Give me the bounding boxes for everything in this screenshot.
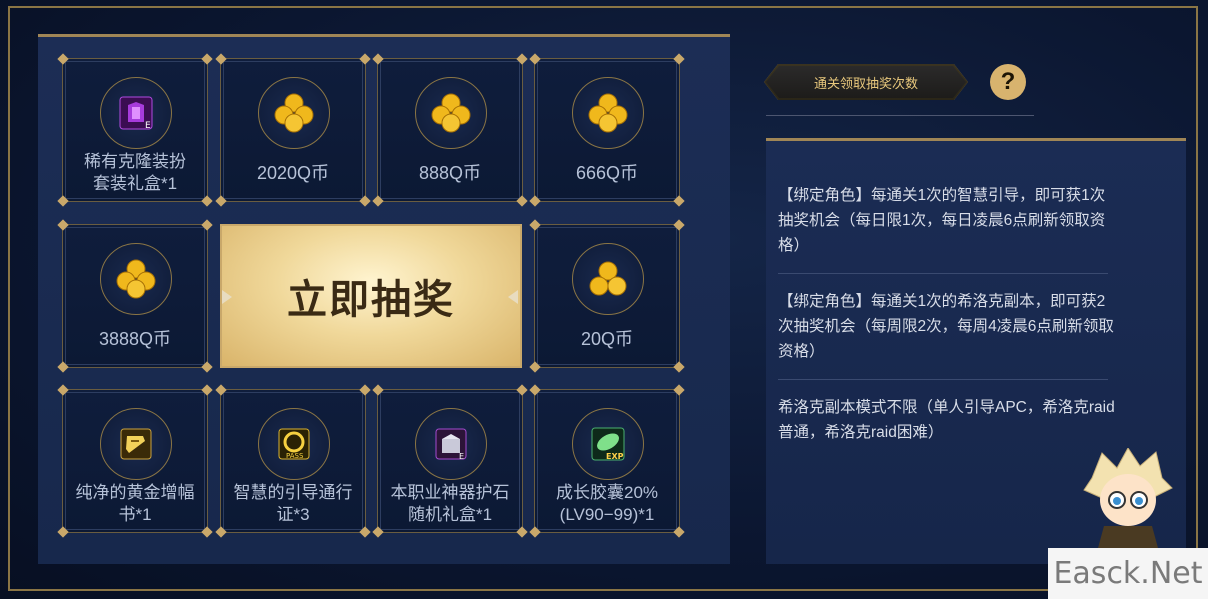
pass-ticket-icon: PASS: [258, 408, 330, 480]
svg-text:E: E: [145, 121, 151, 131]
scroll-icon: [100, 408, 172, 480]
qcoin-icon: [415, 77, 487, 149]
prize-label: 成长胶囊20% (LV90−99)*1: [555, 483, 659, 524]
prize-cell-2020-qcoin[interactable]: 2020Q币: [215, 53, 371, 207]
qcoin-icon: [572, 77, 644, 149]
rule-divider: [778, 379, 1108, 380]
draw-now-button[interactable]: 立即抽奖: [220, 224, 522, 368]
prize-cell-gold-amplify-book[interactable]: 纯净的黄金增幅 书*1: [57, 384, 213, 538]
prize-cell-666-qcoin[interactable]: 666Q币: [529, 53, 685, 207]
qcoin-icon: [572, 243, 644, 315]
divider: [766, 115, 1034, 116]
prize-cell-888-qcoin[interactable]: 888Q币: [372, 53, 528, 207]
prize-label: 3888Q币: [98, 329, 172, 349]
exp-capsule-icon: EXP: [572, 408, 644, 480]
svg-text:E: E: [459, 452, 464, 461]
rule-divider: [778, 273, 1108, 274]
site-watermark: Easck.Net: [1048, 548, 1208, 599]
svg-text:PASS: PASS: [286, 452, 304, 460]
prize-label: 智慧的引导通行 证*3: [233, 483, 353, 524]
svg-text:EXP: EXP: [606, 452, 624, 461]
prize-cell-clone-costume[interactable]: E 稀有克隆装扮 套装礼盒*1: [57, 53, 213, 207]
draw-arrow-right-icon: [508, 290, 518, 304]
prize-label: 20Q币: [580, 329, 634, 349]
prize-cell-guidance-pass[interactable]: PASS 智慧的引导通行 证*3: [215, 384, 371, 538]
prize-label: 本职业神器护石 随机礼盒*1: [390, 483, 510, 524]
qcoin-icon: [100, 243, 172, 315]
draw-now-label: 立即抽奖: [287, 278, 455, 322]
mascot-character-icon: [1083, 448, 1173, 548]
prize-cell-3888-qcoin[interactable]: 3888Q币: [57, 219, 213, 373]
artifact-box-icon: E: [415, 408, 487, 480]
draw-arrow-left-icon: [222, 290, 232, 304]
qcoin-icon: [258, 77, 330, 149]
get-draw-chances-button[interactable]: 通关领取抽奖次数: [764, 64, 968, 100]
get-draw-chances-label: 通关领取抽奖次数: [813, 75, 918, 91]
prize-cell-artifact-stone-box[interactable]: E 本职业神器护石 随机礼盒*1: [372, 384, 528, 538]
prize-label: 稀有克隆装扮 套装礼盒*1: [84, 152, 186, 193]
prize-label: 666Q币: [575, 163, 639, 183]
prize-cell-growth-capsule[interactable]: EXP 成长胶囊20% (LV90−99)*1: [529, 384, 685, 538]
prize-cell-20-qcoin[interactable]: 20Q币: [529, 219, 685, 373]
prize-label: 纯净的黄金增幅 书*1: [75, 483, 195, 524]
prize-label: 2020Q币: [256, 163, 330, 183]
rule-text-1: 【绑定角色】每通关1次的智慧引导，即可获1次抽奖机会（每日限1次，每日凌晨6点刷…: [778, 187, 1106, 254]
help-icon[interactable]: ?: [990, 64, 1026, 100]
rule-text-2: 【绑定角色】每通关1次的希洛克副本，即可获2次抽奖机会（每周限2次，每周4凌晨6…: [778, 293, 1114, 360]
rule-text-3: 希洛克副本模式不限（单人引导APC，希洛克raid普通，希洛克raid困难）: [778, 399, 1115, 441]
costume-box-icon: E: [100, 77, 172, 149]
prize-label: 888Q币: [418, 163, 482, 183]
